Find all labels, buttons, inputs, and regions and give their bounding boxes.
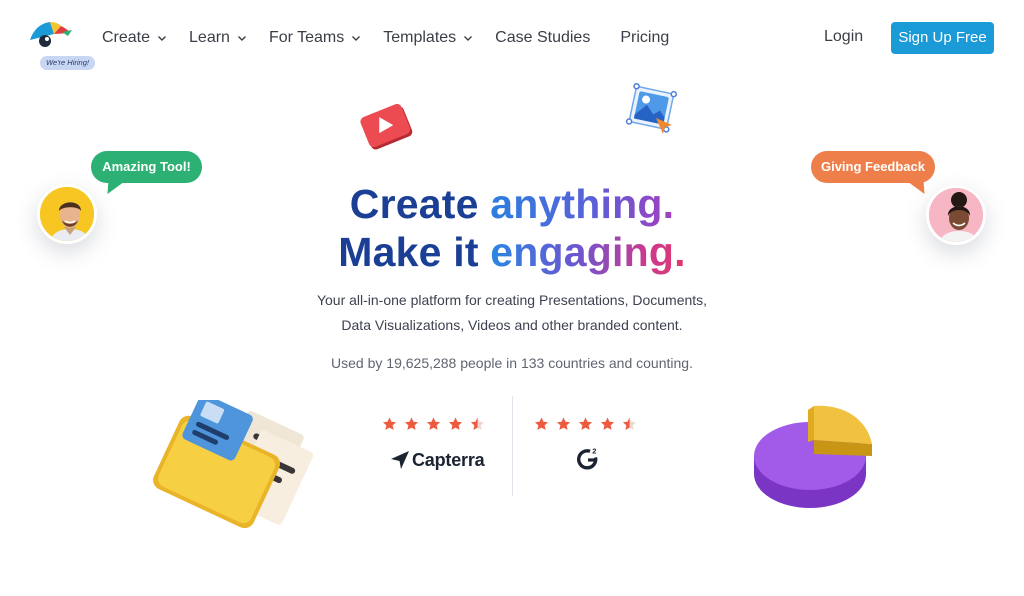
star-icon [448,417,463,430]
star-icon [556,417,571,430]
usage-stats: Used by 19,625,288 people in 133 countri… [331,355,693,371]
signup-button[interactable]: Sign Up Free [891,22,994,54]
capterra-wordmark: Capterra [412,449,485,470]
nav-case-studies[interactable]: Case Studies [495,29,590,47]
capterra-rating-stars [382,416,492,436]
nav-label: Case Studies [495,29,591,46]
star-icon [426,417,441,430]
star-icon [600,417,615,430]
nav-templates[interactable]: Templates [383,29,473,47]
star-icon [578,417,593,430]
hero-title-highlight: engaging. [490,229,686,275]
folder-illustration [153,400,314,529]
nav-pricing[interactable]: Pricing [620,29,669,47]
nav-label: Learn [189,29,230,46]
half-star-icon [470,417,485,430]
video-play-illustration [360,103,413,150]
g2-rating-stars [534,416,644,436]
chevron-down-icon [352,36,361,41]
hero-title-highlight: anything. [490,181,675,227]
hero-subtitle: Your all-in-one platform for creating Pr… [316,292,708,308]
star-icon [404,417,419,430]
logo[interactable]: We're Hiring! [28,20,103,72]
hero-title-word: Make it [338,229,479,275]
chevron-down-icon [237,36,246,41]
half-star-icon [622,417,637,430]
chevron-down-icon [158,36,167,41]
nav-label: Create [102,29,151,46]
hero-title-word: Create [349,181,479,227]
nav-create[interactable]: Create [102,29,167,47]
star-icon [382,417,397,430]
hero-subtitle: Data Visualizations, Videos and other br… [341,317,683,333]
nav-learn[interactable]: Learn [189,29,247,47]
pie-chart-illustration [754,405,872,508]
ratings-divider [512,396,513,496]
nav-label: Templates [383,29,457,46]
chevron-down-icon [464,36,473,41]
capterra-logo[interactable]: Capterra [390,448,485,472]
image-edit-illustration [625,83,678,134]
nav-for-teams[interactable]: For Teams [269,29,361,47]
testimonial-bubble-right: Giving Feedback [811,151,935,183]
star-icon [534,417,549,430]
hero-title-line-2: Make it engaging. [0,228,1024,276]
hero-title-line-1: Create anything. [0,180,1024,228]
login-link[interactable]: Login [824,28,863,46]
g2-logo-icon[interactable]: 2 [576,446,600,472]
svg-text:2: 2 [592,447,596,456]
testimonial-bubble-left: Amazing Tool! [91,151,202,183]
nav-label: For Teams [268,29,345,46]
hiring-badge[interactable]: We're Hiring! [40,56,95,70]
nav-label: Pricing [620,29,670,46]
capterra-arrow-icon [391,451,409,469]
logo-eye-icon [30,22,72,47]
main-nav: Create Learn For Teams Templates Case St… [102,26,669,50]
